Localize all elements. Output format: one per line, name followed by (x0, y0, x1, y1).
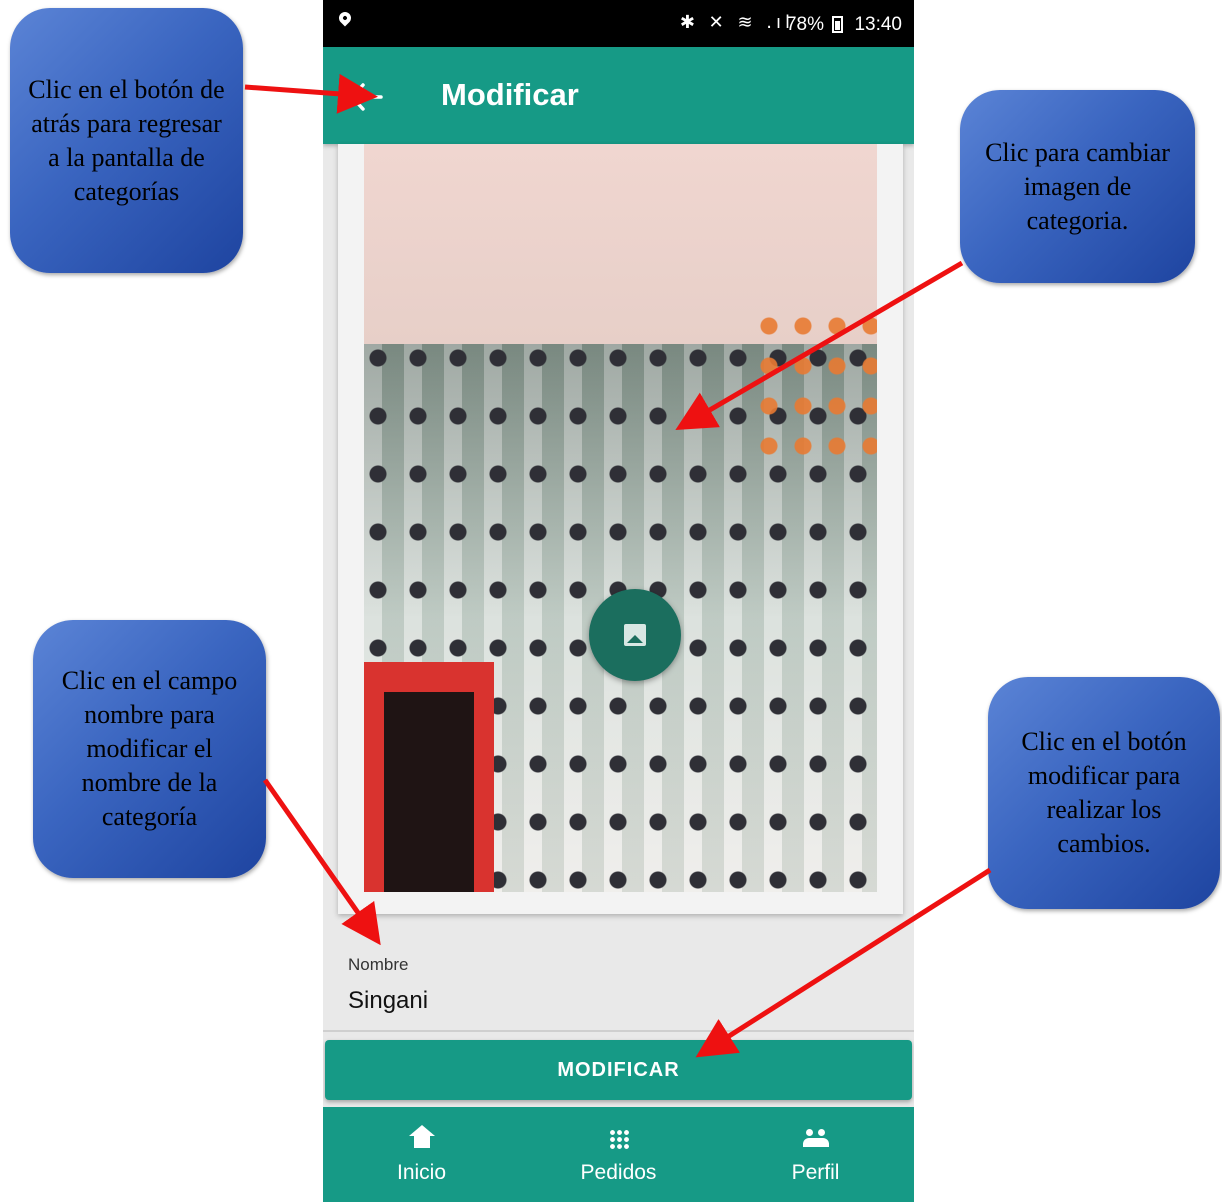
image-icon (624, 624, 646, 646)
change-image-button[interactable] (589, 589, 681, 681)
nav-label: Inicio (396, 1161, 447, 1184)
nav-item-pedidos[interactable]: Pedidos (520, 1107, 717, 1202)
people-icon (803, 1129, 829, 1149)
photo-orange-caps (757, 314, 877, 474)
name-field-value[interactable]: Singani (348, 987, 428, 1015)
home-icon (409, 1125, 435, 1149)
category-image (364, 144, 877, 892)
nav-label: Pedidos (580, 1161, 657, 1184)
callout-back-text: Clic en el botón de atrás para regresar … (28, 74, 225, 206)
app-bar: Modificar (323, 47, 914, 144)
name-field-label: Nombre (348, 955, 409, 974)
name-field[interactable]: Nombre Singani (323, 915, 914, 1032)
status-time: 13:40 (854, 14, 902, 35)
callout-button-text: Clic en el botón modificar para realizar… (1021, 727, 1187, 858)
phone-screen: ✱ ✕ ≋ .ıl 78% 13:40 Modificar Nombre Sin… (323, 0, 914, 1202)
image-card (338, 144, 903, 914)
callout-name: Clic en el campo nombre para modificar e… (33, 620, 266, 878)
location-icon (336, 9, 354, 27)
modificar-button[interactable]: MODIFICAR (325, 1040, 912, 1100)
grid-icon (609, 1129, 629, 1149)
photo-crate (364, 662, 494, 892)
nav-label: Perfil (791, 1161, 840, 1184)
back-arrow-icon[interactable] (349, 83, 383, 111)
bottom-nav: Inicio Pedidos Perfil (323, 1107, 914, 1202)
callout-image: Clic para cambiar imagen de categoria. (960, 90, 1195, 283)
callout-image-text: Clic para cambiar imagen de categoria. (985, 137, 1170, 235)
status-icons: ✱ ✕ ≋ .ıl (679, 12, 794, 33)
callout-back: Clic en el botón de atrás para regresar … (10, 8, 243, 273)
callout-button: Clic en el botón modificar para realizar… (988, 677, 1220, 909)
status-bar: ✱ ✕ ≋ .ıl 78% 13:40 (323, 0, 914, 47)
page-title: Modificar (441, 77, 579, 112)
nav-item-perfil[interactable]: Perfil (717, 1107, 914, 1202)
nav-item-inicio[interactable]: Inicio (323, 1107, 520, 1202)
callout-name-text: Clic en el campo nombre para modificar e… (61, 666, 238, 831)
battery-percent: 78% (785, 14, 824, 35)
battery-icon (832, 16, 843, 33)
